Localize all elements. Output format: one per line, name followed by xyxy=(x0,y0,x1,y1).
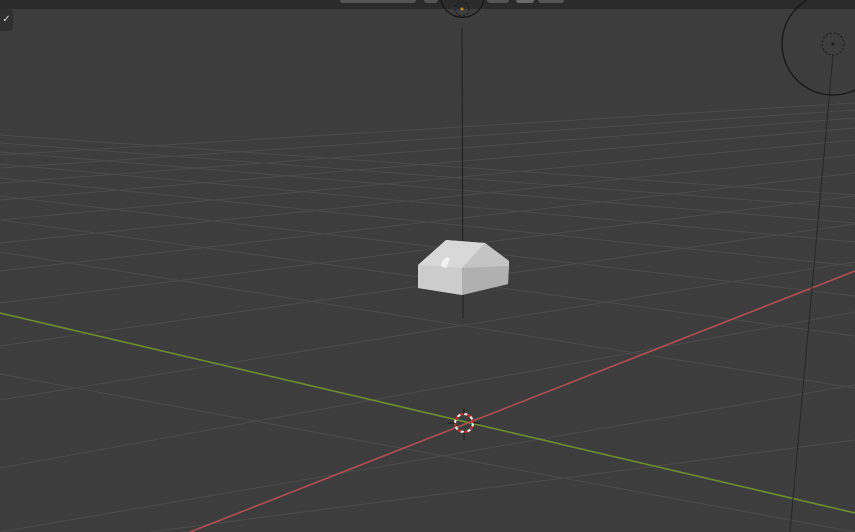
light-top[interactable] xyxy=(440,0,485,18)
y-axis-line xyxy=(0,312,855,514)
scene-canvas[interactable] xyxy=(0,0,855,532)
3d-viewport[interactable]: ✓ xyxy=(0,0,855,532)
floor-grid xyxy=(0,102,855,532)
light-right[interactable] xyxy=(781,0,855,96)
mesh-object[interactable] xyxy=(418,240,509,295)
x-axis-line xyxy=(189,270,855,532)
